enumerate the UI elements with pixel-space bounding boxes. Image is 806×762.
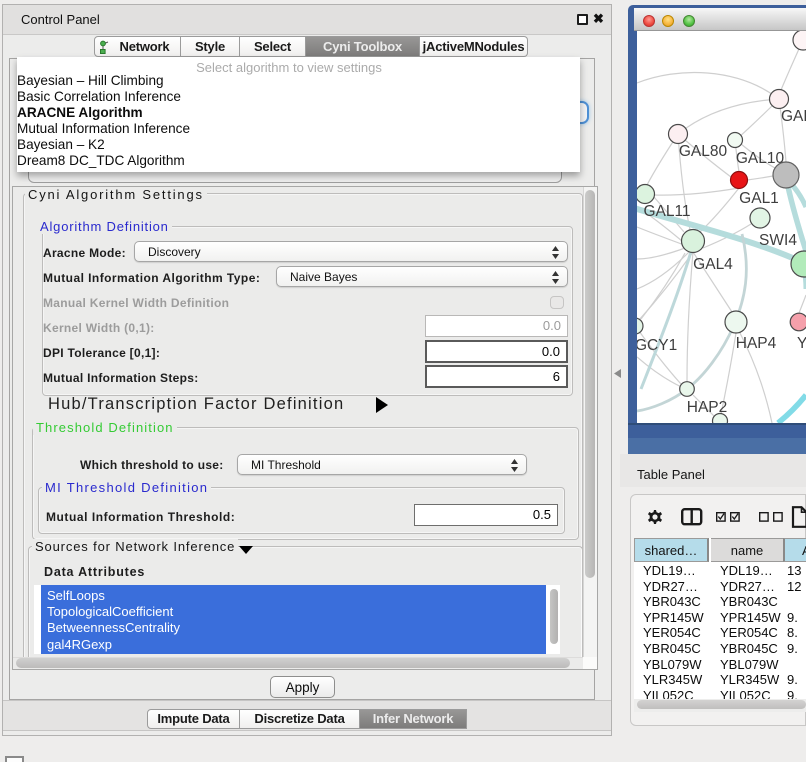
- svg-text:GAL10: GAL10: [736, 150, 785, 167]
- svg-text:HAP4: HAP4: [736, 335, 777, 352]
- svg-text:GAL7: GAL7: [781, 108, 806, 125]
- svg-text:HAP2: HAP2: [687, 399, 728, 416]
- svg-text:GAL4: GAL4: [693, 256, 733, 273]
- svg-text:YJ: YJ: [797, 335, 806, 352]
- svg-text:GAL1: GAL1: [739, 190, 779, 207]
- svg-text:GCY1: GCY1: [637, 337, 677, 354]
- svg-text:GAL80: GAL80: [679, 143, 728, 160]
- svg-text:SWI4: SWI4: [759, 232, 797, 249]
- svg-text:GAL11: GAL11: [643, 203, 690, 220]
